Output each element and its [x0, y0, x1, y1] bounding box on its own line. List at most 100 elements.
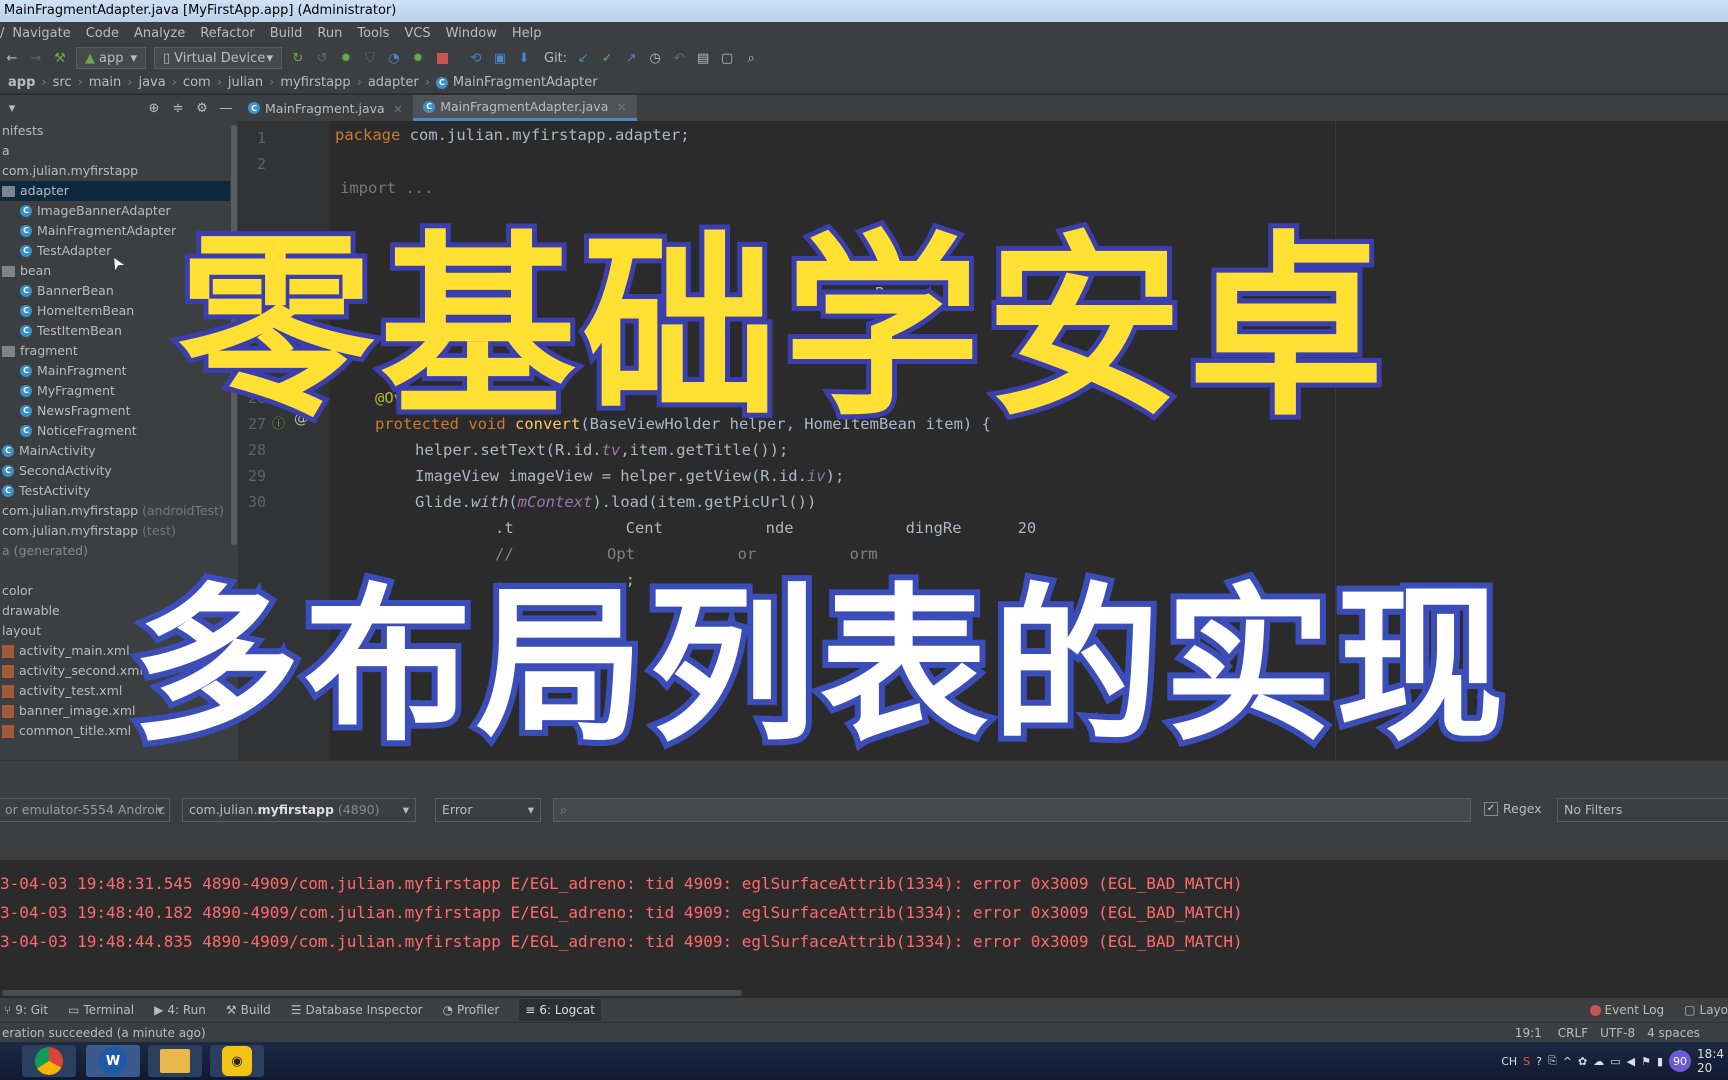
minimize-icon[interactable]: — [218, 100, 234, 116]
signal-icon[interactable]: ▮ [1657, 1055, 1663, 1068]
volume-icon[interactable]: ◀ [1627, 1055, 1635, 1068]
menu-item-view-partial[interactable]: / [0, 26, 4, 41]
apply-changes-icon[interactable]: ↺ [314, 50, 330, 66]
network-app-icon[interactable]: ☁ [1593, 1055, 1604, 1068]
rerun-icon[interactable]: ↻ [290, 50, 306, 66]
overlay-subtitle: 多布局列表的实现 [126, 562, 1510, 770]
tab-mainfragmentadapter[interactable]: C MainFragmentAdapter.java × [413, 95, 637, 121]
regex-checkbox[interactable]: ✓ [1484, 802, 1498, 816]
menu-code[interactable]: Code [86, 26, 119, 41]
tree-item[interactable]: C SecondActivity [0, 461, 230, 481]
logcat-hscroll-thumb[interactable] [2, 990, 742, 996]
git-push-icon[interactable]: ↗ [623, 50, 639, 66]
filter-dropdown[interactable]: No Filters [1557, 798, 1728, 822]
flag-icon[interactable]: ⚑ [1641, 1055, 1651, 1068]
xml-file-icon [2, 684, 14, 698]
device-select[interactable]: ▯ Virtual Device ▾ [154, 47, 282, 69]
crumb-myfirstapp[interactable]: myfirstapp [280, 75, 350, 90]
crumb-src[interactable]: src [53, 75, 72, 90]
caret-position[interactable]: 19:1 [1515, 1026, 1542, 1040]
menu-tools[interactable]: Tools [357, 26, 389, 41]
help-icon[interactable]: ? [1536, 1055, 1542, 1068]
tree-item[interactable]: nifests [0, 121, 230, 141]
menu-build[interactable]: Build [270, 26, 303, 41]
clock[interactable]: 18:4 20 [1697, 1047, 1724, 1075]
tab-mainfragment[interactable]: C MainFragment.java × [238, 95, 413, 121]
menu-help[interactable]: Help [512, 26, 542, 41]
power-icon[interactable]: ▭ [1610, 1055, 1620, 1068]
sync-gradle-icon[interactable]: ⟲ [468, 50, 484, 66]
ime-indicator[interactable]: CH [1501, 1055, 1517, 1068]
menu-bar: / Navigate Code Analyze Refactor Build R… [0, 22, 1728, 44]
tree-item[interactable]: a [0, 141, 230, 161]
git-history-icon[interactable]: ◷ [647, 50, 663, 66]
word-app-button[interactable]: W [86, 1045, 140, 1077]
chrome-app-button[interactable] [22, 1045, 76, 1077]
git-update-icon[interactable]: ↙ [575, 50, 591, 66]
profile-icon[interactable]: ◔ [386, 50, 402, 66]
tool-layout-inspector[interactable]: ▢ Layo [1684, 1003, 1728, 1017]
menu-analyze[interactable]: Analyze [134, 26, 185, 41]
tool-terminal[interactable]: ▭ Terminal [68, 1003, 134, 1017]
tool-build[interactable]: ⚒ Build [226, 1003, 271, 1017]
sdk-manager-icon[interactable]: ⬇ [516, 50, 532, 66]
security-icon[interactable]: ✿ [1578, 1055, 1587, 1068]
crumb-app[interactable]: app [8, 75, 35, 90]
git-commit-icon[interactable]: ✓ [599, 50, 615, 66]
clipboard-icon[interactable]: ⎘ [1548, 1054, 1557, 1068]
crumb-java[interactable]: java [138, 75, 165, 90]
locate-icon[interactable]: ⊕ [146, 100, 162, 116]
forward-icon[interactable]: → [28, 50, 44, 66]
tree-item[interactable]: C TestActivity [0, 481, 230, 501]
avd-manager-icon[interactable]: ▣ [492, 50, 508, 66]
menu-refactor[interactable]: Refactor [200, 26, 255, 41]
tree-item[interactable]: com.julian.myfirstapp (androidTest) [0, 501, 230, 521]
settings-icon[interactable]: ⚙ [194, 100, 210, 116]
sogou-icon[interactable]: S [1523, 1055, 1530, 1068]
crumb-julian[interactable]: julian [228, 75, 263, 90]
device-dropdown[interactable]: or emulator-5554 Androic ▾ [0, 798, 170, 822]
back-icon[interactable]: ← [4, 50, 20, 66]
tool-run[interactable]: ▶ 4: Run [154, 1003, 206, 1017]
dropdown-icon[interactable]: ▾ [4, 100, 20, 116]
indent-setting[interactable]: 4 spaces [1647, 1026, 1700, 1040]
hammer-icon[interactable]: ⚒ [52, 50, 68, 66]
stop-icon[interactable] [434, 50, 450, 66]
logcat-search-input[interactable]: ⌕ [553, 798, 1471, 822]
tool-profiler[interactable]: ◔ Profiler [443, 1003, 500, 1017]
collapse-all-icon[interactable]: ≑ [170, 100, 186, 116]
attach-debugger-icon[interactable]: ⛉ [362, 50, 378, 66]
run-icon: ▶ [154, 1003, 164, 1017]
recorder-app-button[interactable]: ◉ [210, 1045, 264, 1077]
run-config-select[interactable]: ▲ app ▾ [76, 47, 146, 69]
file-encoding[interactable]: UTF-8 [1600, 1026, 1635, 1040]
tool-logcat[interactable]: ≡ 6: Logcat [519, 999, 601, 1021]
coverage-icon[interactable]: ✹ [410, 50, 426, 66]
status-message[interactable]: eration succeeded (a minute ago) [2, 1026, 206, 1040]
crumb-com[interactable]: com [183, 75, 211, 90]
menu-run[interactable]: Run [317, 26, 342, 41]
layout-icon[interactable]: ▢ [719, 50, 735, 66]
project-structure-icon[interactable]: ▤ [695, 50, 711, 66]
close-icon[interactable]: × [616, 99, 626, 114]
close-icon[interactable]: × [393, 101, 403, 116]
tool-event-log[interactable]: Event Log [1589, 1003, 1664, 1017]
notification-badge[interactable]: 90 [1669, 1050, 1692, 1072]
tray-expand-icon[interactable]: ^ [1563, 1055, 1572, 1068]
search-icon[interactable]: ⌕ [743, 50, 759, 66]
menu-navigate[interactable]: Navigate [12, 26, 70, 41]
process-dropdown[interactable]: com.julian.myfirstapp (4890) ▾ [182, 798, 416, 822]
debug-icon[interactable]: ✹ [338, 50, 354, 66]
crumb-file[interactable]: MainFragmentAdapter [453, 75, 598, 90]
explorer-app-button[interactable] [148, 1045, 202, 1077]
git-rollback-icon[interactable]: ↶ [671, 50, 687, 66]
tool-git[interactable]: ⑂ 9: Git [4, 1003, 48, 1017]
menu-window[interactable]: Window [446, 26, 497, 41]
log-level-dropdown[interactable]: Error ▾ [435, 798, 541, 822]
crumb-adapter[interactable]: adapter [368, 75, 419, 90]
menu-vcs[interactable]: VCS [404, 26, 430, 41]
logcat-output[interactable]: 3-04-03 19:48:31.545 4890-4909/com.julia… [0, 860, 1728, 990]
crumb-main[interactable]: main [89, 75, 121, 90]
tool-database-inspector[interactable]: ☰ Database Inspector [291, 1003, 423, 1017]
line-separator[interactable]: CRLF [1558, 1026, 1588, 1040]
